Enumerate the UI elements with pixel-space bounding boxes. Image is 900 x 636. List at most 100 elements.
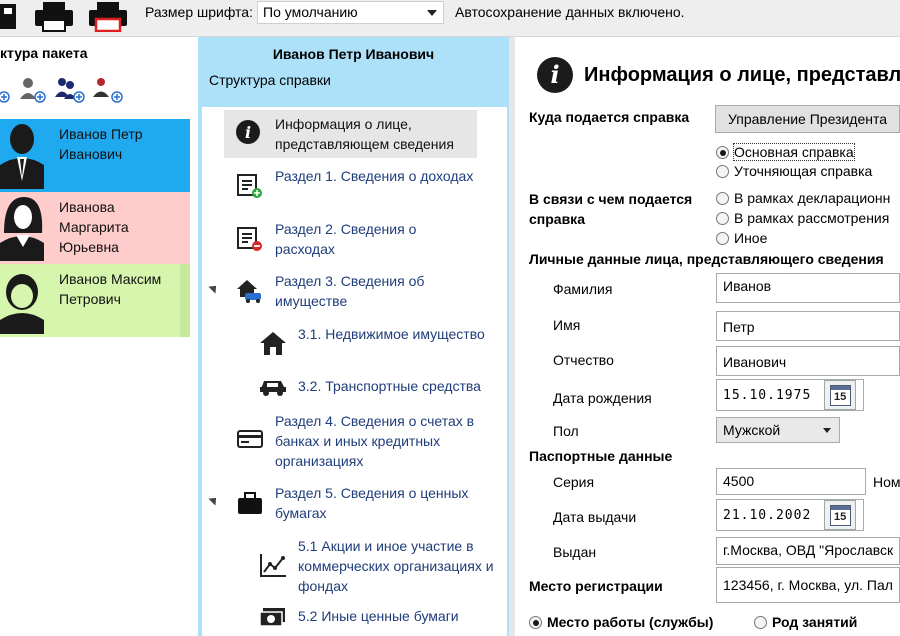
info-icon: i	[235, 119, 261, 148]
structure-panel: Иванов Петр Иванович Структура справки i…	[198, 37, 509, 636]
calendar-icon[interactable]: 15	[824, 500, 856, 530]
collapse-arrow-icon[interactable]	[208, 282, 220, 294]
radio-label: Иное	[734, 230, 768, 246]
car-icon	[259, 376, 287, 399]
tree-node-other-securities[interactable]: 5.2 Иные ценные бумаги	[298, 606, 503, 626]
radio-dot	[716, 192, 729, 205]
tree-node-expenses[interactable]: Раздел 2. Сведения о расходах	[275, 219, 475, 259]
radio-label: Род занятий	[772, 614, 858, 630]
print-icon[interactable]	[33, 0, 77, 32]
income-icon	[237, 173, 263, 202]
font-size-label: Размер шрифта:	[145, 4, 253, 20]
number-label: Ном	[873, 474, 900, 490]
tree-node-real-estate[interactable]: 3.1. Недвижимое имущество	[298, 324, 498, 344]
print-preview-icon[interactable]	[87, 0, 131, 33]
tree-node-income[interactable]: Раздел 1. Сведения о доходах	[275, 166, 475, 186]
securities-icon	[259, 606, 287, 633]
recipient-button[interactable]: Управление Президента	[715, 105, 900, 133]
registration-label: Место регистрации	[529, 578, 663, 594]
person-name: Иванов Максим Петрович	[59, 271, 162, 307]
personal-data-heading: Личные данные лица, представляющего свед…	[529, 251, 884, 267]
birthdate-label: Дата рождения	[553, 390, 652, 406]
radio-dot	[716, 232, 729, 245]
font-size-value: По умолчанию	[263, 4, 358, 20]
gender-label: Пол	[553, 423, 579, 439]
issue-date-label: Дата выдачи	[553, 509, 637, 525]
radio-reason-review[interactable]: В рамках рассмотрения	[716, 209, 889, 227]
property-icon	[235, 277, 263, 306]
form-title: Информация о лице, представля	[584, 64, 900, 86]
chevron-down-icon	[427, 10, 437, 16]
toolbar: Размер шрифта: По умолчанию Автосохранен…	[0, 0, 900, 37]
save-icon[interactable]	[0, 0, 22, 32]
boy-icon	[0, 266, 50, 337]
form-panel: i Информация о лице, представля Куда под…	[515, 37, 900, 636]
name-field[interactable]: Петр	[716, 311, 900, 341]
chevron-down-icon	[823, 428, 831, 433]
radio-main-report[interactable]: Основная справка	[716, 143, 855, 161]
radio-occupation[interactable]: Род занятий	[754, 613, 857, 631]
add-child-icon[interactable]	[54, 75, 86, 108]
radio-label: Уточняющая справка	[734, 163, 873, 179]
registration-field[interactable]: 123456, г. Москва, ул. Пал	[716, 567, 900, 603]
collapse-arrow-icon[interactable]	[208, 494, 220, 506]
structure-title: Структура справки	[209, 72, 331, 88]
expense-icon	[237, 226, 263, 255]
tree-node-vehicles[interactable]: 3.2. Транспортные средства	[298, 376, 503, 396]
package-panel: ктура пакета Иванов Петр Иванович Иванов…	[0, 37, 190, 636]
woman-icon	[0, 193, 50, 264]
add-relative-icon[interactable]	[18, 75, 48, 108]
autosave-status: Автосохранение данных включено.	[455, 4, 685, 20]
radio-label: В рамках декларационн	[734, 190, 891, 206]
chart-icon	[259, 552, 287, 581]
person-name: Иванов Петр Иванович	[59, 126, 143, 162]
radio-label: Основная справка	[733, 143, 855, 161]
radio-label: В рамках рассмотрения	[734, 210, 890, 226]
tree-node-securities[interactable]: Раздел 5. Сведения о ценных бумагах	[275, 483, 475, 523]
radio-clarifying-report[interactable]: Уточняющая справка	[716, 162, 872, 180]
briefcase-icon	[237, 491, 263, 518]
house-icon	[259, 330, 287, 359]
structure-tree: i Информация о лице, представляющем свед…	[202, 107, 507, 636]
gender-select[interactable]: Мужской	[716, 417, 840, 443]
gender-value: Мужской	[723, 422, 781, 438]
radio-reason-declaration[interactable]: В рамках декларационн	[716, 189, 890, 207]
radio-dot	[716, 165, 729, 178]
issued-by-field[interactable]: г.Москва, ОВД "Ярославск	[716, 537, 900, 565]
series-label: Серия	[553, 474, 595, 490]
man-suit-icon	[0, 121, 50, 192]
patronymic-label: Отчество	[553, 352, 614, 368]
where-label: Куда подается справка	[529, 109, 690, 125]
person-item-child[interactable]: Иванов Максим Петрович	[0, 264, 190, 337]
selection-stripe	[180, 264, 190, 337]
issued-by-label: Выдан	[553, 544, 597, 560]
card-icon	[237, 429, 263, 452]
add-spouse-icon[interactable]	[92, 75, 124, 108]
info-icon: i	[537, 57, 573, 93]
radio-work-place[interactable]: Место работы (службы)	[529, 613, 713, 631]
add-person-icon[interactable]	[0, 75, 14, 108]
package-title: ктура пакета	[0, 45, 88, 61]
reason-label: В связи с чем подается справка	[529, 191, 693, 227]
person-item-declarant[interactable]: Иванов Петр Иванович	[0, 119, 190, 192]
name-label: Имя	[553, 317, 581, 333]
package-actions	[0, 75, 190, 105]
radio-dot	[716, 146, 729, 159]
series-field[interactable]: 4500	[716, 468, 866, 495]
calendar-icon[interactable]: 15	[824, 380, 856, 410]
radio-dot	[754, 616, 767, 629]
radio-dot	[716, 212, 729, 225]
svg-text:i: i	[245, 123, 251, 142]
patronymic-field[interactable]: Иванович	[716, 346, 900, 376]
person-item-spouse[interactable]: Иванова Маргарита Юрьевна	[0, 192, 190, 264]
tree-node-bank-accounts[interactable]: Раздел 4. Сведения о счетах в банках и и…	[275, 411, 485, 471]
radio-reason-other[interactable]: Иное	[716, 229, 767, 247]
radio-label: Место работы (службы)	[547, 614, 714, 630]
font-size-select[interactable]: По умолчанию	[257, 1, 444, 24]
tree-node-property[interactable]: Раздел 3. Сведения об имуществе	[275, 271, 475, 311]
surname-field[interactable]: Иванов	[716, 273, 900, 303]
tree-node-shares[interactable]: 5.1 Акции и иное участие в коммерческих …	[298, 536, 503, 596]
declarant-name-header: Иванов Петр Иванович	[272, 46, 435, 62]
tree-node-info[interactable]: Информация о лице, представляющем сведен…	[275, 114, 475, 154]
surname-label: Фамилия	[553, 281, 613, 297]
